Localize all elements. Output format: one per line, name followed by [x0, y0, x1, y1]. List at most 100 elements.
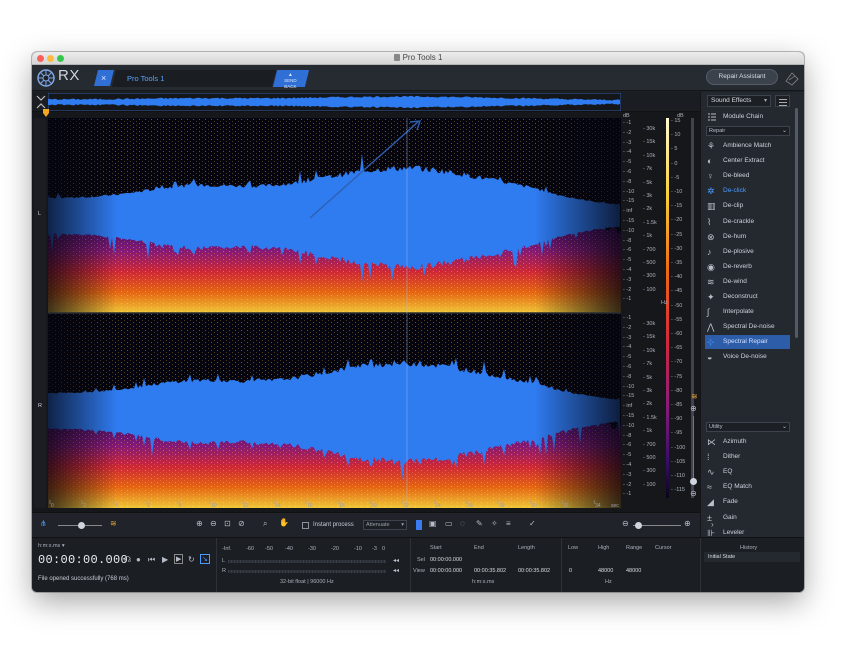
module-item-de-bleed[interactable]: ♀ De-bleed: [705, 169, 790, 183]
record-icon[interactable]: ●: [136, 555, 141, 564]
module-item-deconstruct[interactable]: ✦ Deconstruct: [705, 290, 790, 304]
time-frequency-select-tool-icon[interactable]: ▭: [445, 519, 453, 528]
module-item-azimuth[interactable]: ⋉ Azimuth: [705, 435, 790, 449]
rx-logo-text: RX: [58, 67, 80, 84]
time-tick-label: 8: [179, 503, 182, 508]
hand-tool-icon[interactable]: ✋: [279, 518, 289, 527]
module-item-de-wind[interactable]: ≋ De-wind: [705, 275, 790, 289]
hz-tick-label: - 100: [643, 481, 656, 488]
module-item-spectral-repair[interactable]: ⊹ Spectral Repair: [705, 335, 790, 350]
module-chain-icon: [708, 113, 716, 121]
hz-tick-label: - 3k: [643, 193, 653, 199]
time-select-tool-icon[interactable]: [416, 520, 422, 530]
harmonic-select-icon[interactable]: ≡: [506, 519, 511, 528]
play-selection-icon[interactable]: ▶: [174, 554, 184, 564]
meter-reset-icon[interactable]: ◂◂: [393, 567, 399, 574]
repair-group-label: Repair: [709, 128, 726, 134]
module-filter-dropdown[interactable]: Sound Effects ▾: [707, 95, 771, 107]
vertical-zoom-handle[interactable]: [690, 478, 697, 485]
de-reverb-icon: ◉: [707, 261, 715, 272]
view-end-value[interactable]: 00:00:35.802: [474, 568, 506, 574]
collapse-overview-icon[interactable]: [36, 94, 46, 110]
repair-group-header[interactable]: Repair ⌄: [706, 126, 790, 136]
sidebar-scrollbar[interactable]: [795, 108, 798, 338]
hz-tick-label: - 1.5k: [643, 414, 657, 421]
spectral-view-icon[interactable]: ⋔: [40, 519, 47, 528]
zoom-out-icon[interactable]: ⊖: [210, 519, 217, 528]
waveform-overview[interactable]: [32, 92, 700, 112]
colormap-tick-label: - -45: [671, 288, 683, 295]
instant-process-checkbox[interactable]: [302, 522, 309, 529]
module-item-de-clip[interactable]: ▥ De-clip: [705, 199, 790, 213]
spectrogram-area[interactable]: L R 0 2 4 6 8 10 12 14 16 18 20 22 24 26…: [32, 109, 700, 512]
time-tick-label: 24: [435, 503, 441, 508]
playhead-marker-icon[interactable]: [42, 109, 50, 118]
sel-start-value[interactable]: 00:00:00.000: [430, 557, 462, 563]
zoom-out-vertical-icon[interactable]: ⊖: [690, 489, 697, 498]
attenuate-dropdown[interactable]: Attenuate ▾: [363, 520, 407, 530]
document-icon: [393, 54, 400, 61]
module-item-dither[interactable]: ⁞ Dither: [705, 450, 790, 464]
module-item-interpolate[interactable]: ∫ Interpolate: [705, 305, 790, 319]
utility-group-header[interactable]: Utility ⌄: [706, 422, 790, 432]
play-icon[interactable]: ▶: [162, 555, 168, 564]
opacity-slider-handle[interactable]: [78, 522, 85, 529]
zoom-selection-icon[interactable]: ⊡: [224, 519, 231, 528]
meter-reset-icon[interactable]: ◂◂: [393, 557, 399, 564]
zoom-in-vertical-icon[interactable]: ⊕: [690, 404, 697, 413]
module-item-label: De-wind: [723, 277, 747, 285]
module-item-fade[interactable]: ◢ Fade: [705, 495, 790, 509]
chevron-right-icon[interactable]: ›: [711, 520, 714, 529]
waveform-spectrogram-toggle-icon[interactable]: ≋: [691, 392, 698, 401]
view-start-value[interactable]: 00:00:00.000: [430, 568, 462, 574]
module-item-eq-match[interactable]: ≈ EQ Match: [705, 480, 790, 494]
horizontal-zoom-handle[interactable]: [635, 522, 642, 529]
vertical-zoom-slider[interactable]: [693, 416, 694, 482]
db-tick-label: - -2: [623, 129, 632, 136]
hz-tick-label: - 1.5k: [643, 219, 657, 226]
time-tick-label: 2: [83, 503, 86, 508]
module-item-de-plosive[interactable]: ♪ De-plosive: [705, 245, 790, 259]
zoom-in-icon[interactable]: ⊕: [196, 519, 203, 528]
magic-wand-icon[interactable]: ✧: [491, 519, 498, 528]
module-item-de-hum[interactable]: ⊗ De-hum: [705, 230, 790, 244]
lasso-tool-icon[interactable]: ◌: [460, 519, 465, 528]
spectrogram-settings-icon[interactable]: ≋: [110, 519, 117, 528]
zoom-out-horizontal-icon[interactable]: ⊖: [622, 519, 629, 528]
module-item-eq[interactable]: ∿ EQ: [705, 465, 790, 479]
apply-check-icon[interactable]: ✓: [529, 519, 536, 528]
chevron-down-icon: ⌄: [781, 128, 787, 134]
module-item-label: EQ: [723, 468, 733, 476]
repair-assistant-button[interactable]: Repair Assistant: [706, 69, 778, 85]
follow-playback-icon[interactable]: ↘: [200, 554, 210, 564]
history-item[interactable]: Initial State: [704, 552, 800, 562]
module-item-center-extract[interactable]: ◐ Center Extract: [705, 154, 790, 168]
spectrogram-canvas[interactable]: 0 2 4 6 8 10 12 14 16 18 20 22 24 26 28 30 32 34 sec: [48, 118, 621, 508]
module-item-ambience-match[interactable]: ⚘ Ambience Match: [705, 139, 790, 153]
time-tick-label: 10: [211, 503, 217, 508]
list-view-menu-button[interactable]: [775, 95, 790, 107]
send-back-button[interactable]: ▲ SEND BACK: [272, 70, 310, 89]
high-value[interactable]: 48000: [598, 568, 613, 574]
zoom-tool-icon[interactable]: ⌕: [263, 519, 267, 529]
module-item-de-reverb[interactable]: ◉ De-reverb: [705, 260, 790, 274]
colormap-tick-label: - 5: [671, 146, 678, 153]
loop-icon[interactable]: ↻: [188, 555, 195, 564]
low-value[interactable]: 0: [569, 568, 572, 574]
brush-tool-icon[interactable]: ✎: [476, 519, 483, 528]
module-item-de-click[interactable]: ✲ De-click: [705, 184, 790, 198]
frequency-select-tool-icon[interactable]: ▣: [429, 519, 437, 528]
module-item-label: De-clip: [723, 202, 744, 210]
module-item-gain[interactable]: ± Gain: [705, 511, 790, 525]
module-item-voice-de-noise[interactable]: ◒ Voice De-noise: [705, 350, 790, 364]
skip-back-icon[interactable]: ⏮: [148, 555, 155, 565]
time-format-dropdown[interactable]: h:m:s.ms ▾: [38, 543, 65, 549]
headphones-icon[interactable]: ☊: [124, 555, 131, 564]
module-chain-button[interactable]: Module Chain: [705, 110, 790, 124]
module-item-spectral-de-noise[interactable]: ⋀ Spectral De-noise: [705, 320, 790, 334]
tab-close-button[interactable]: ×: [94, 70, 114, 86]
zoom-fit-icon[interactable]: ⊘: [238, 519, 245, 528]
zoom-in-horizontal-icon[interactable]: ⊕: [684, 519, 691, 528]
view-length-value[interactable]: 00:00:35.802: [518, 568, 550, 574]
module-item-de-crackle[interactable]: ⌇ De-crackle: [705, 215, 790, 229]
